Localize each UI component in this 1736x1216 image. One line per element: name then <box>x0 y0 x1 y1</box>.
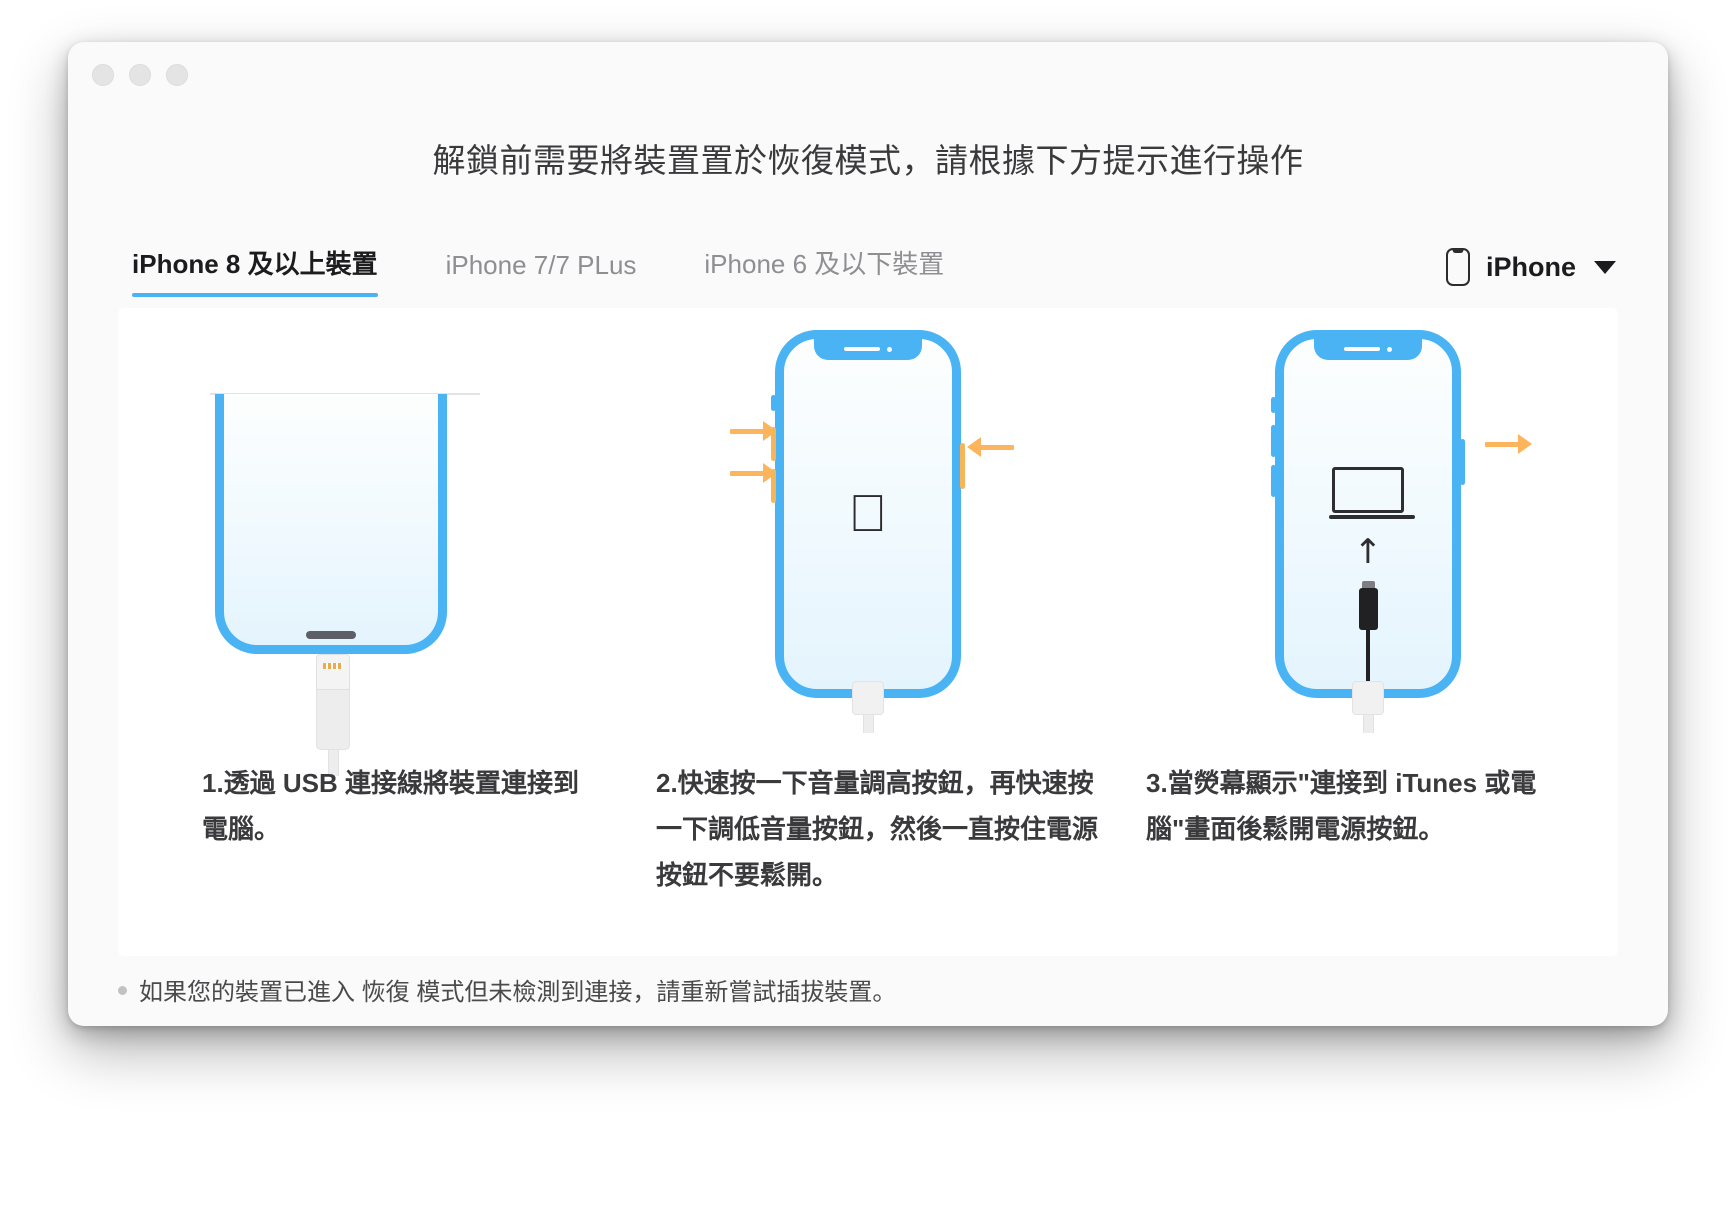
traffic-lights <box>92 64 188 86</box>
lightning-plug-icon <box>1358 581 1378 688</box>
chevron-down-icon <box>1594 260 1616 274</box>
power-button-icon <box>1460 439 1465 485</box>
speaker-grille-icon <box>306 631 356 639</box>
charging-connector-icon <box>852 681 884 733</box>
volume-down-button-icon <box>1271 465 1276 497</box>
notch <box>1314 338 1422 360</box>
step-1-illustration <box>118 308 618 776</box>
phone-device-connect-screen: ↑ <box>1271 330 1465 733</box>
tab-iphone7-7plus[interactable]: iPhone 7/7 PLus <box>446 250 637 297</box>
note-recovery-mode-text: 如果您的裝置已進入 恢復 模式但未檢測到連接，請重新嘗試插拔裝置。 <box>139 979 897 1006</box>
release-power-arrow-icon <box>1485 434 1532 454</box>
screenshot-root: 解鎖前需要將裝置置於恢復模式，請根據下方提示進行操作 iPhone 8 及以上裝… <box>0 0 1736 1216</box>
volume-up-button-icon <box>1271 425 1276 457</box>
step-3-caption: 3.當熒幕顯示"連接到 iTunes 或電腦"畫面後鬆開電源按鈕。 <box>1146 768 1537 844</box>
mute-switch-icon <box>771 395 776 411</box>
footer-notes: 如果您的裝置已進入 恢復 模式但未檢測到連接，請重新嘗試插拔裝置。 如果您的裝置… <box>118 972 1618 1026</box>
step-3: ↑ 3.當熒幕顯示"連接到 iTunes 或電腦"畫面後鬆開電源按鈕。 <box>1118 308 1618 956</box>
close-window-button[interactable] <box>92 64 114 86</box>
earpiece-speaker-icon <box>844 347 880 351</box>
up-arrow-icon: ↑ <box>1353 532 1383 572</box>
device-type-value: iPhone <box>1485 251 1576 282</box>
step-3-illustration: ↑ <box>1118 308 1618 748</box>
notch <box>814 338 922 360</box>
charging-connector-icon <box>1352 681 1384 733</box>
apple-logo-icon:  <box>849 488 888 540</box>
step-2-illustration:  <box>618 308 1118 748</box>
lightning-connector-icon <box>315 654 351 776</box>
volume-up-button-icon <box>771 427 776 461</box>
page-title: 解鎖前需要將裝置置於恢復模式，請根據下方提示進行操作 <box>432 142 1304 179</box>
volume-down-button-icon <box>771 469 776 503</box>
step-2-caption: 2.快速按一下音量調高按鈕，再快速按一下調低音量按鈕，然後一直按住電源按鈕不要鬆… <box>656 768 1099 890</box>
connect-to-computer-graphic: ↑ <box>1308 467 1428 688</box>
note-recovery-mode: 如果您的裝置已進入 恢復 模式但未檢測到連接，請重新嘗試插拔裝置。 <box>118 972 1618 1007</box>
front-camera-icon <box>887 346 892 352</box>
lightning-tip <box>316 654 350 690</box>
bullet-icon <box>118 986 127 995</box>
step-1: 1.透過 USB 連接線將裝置連接到電腦。 <box>118 308 618 956</box>
phone-icon <box>1445 248 1470 286</box>
step-2:  2.快速按一下音量調高按鈕，再快速按一下調低音量按鈕，然後一直按住電源按鈕不… <box>618 308 1118 956</box>
earpiece-speaker-icon <box>1344 347 1380 351</box>
volume-up-arrow-icon <box>730 421 777 441</box>
mute-switch-icon <box>1271 397 1276 413</box>
maximize-window-button[interactable] <box>166 64 188 86</box>
steps-panel: 1.透過 USB 連接線將裝置連接到電腦。 2.快速按一下音量調高按鈕，再快速按… <box>118 308 1618 956</box>
device-type-dropdown[interactable]: iPhone <box>1445 248 1616 292</box>
volume-down-arrow-icon <box>730 463 777 483</box>
device-tabs: iPhone 8 及以上裝置 iPhone 7/7 PLus iPhone 6 … <box>132 244 944 297</box>
lightning-body <box>316 688 350 750</box>
minimize-window-button[interactable] <box>129 64 151 86</box>
laptop-icon <box>1329 467 1415 519</box>
phone-device-apple-logo:  <box>771 330 965 733</box>
power-button-icon <box>960 443 965 489</box>
step-1-caption: 1.透過 USB 連接線將裝置連接到電腦。 <box>202 768 580 844</box>
front-camera-icon <box>1387 346 1392 352</box>
power-button-arrow-icon <box>967 437 1014 457</box>
app-window: 解鎖前需要將裝置置於恢復模式，請根據下方提示進行操作 iPhone 8 及以上裝… <box>68 42 1668 1026</box>
tabs-row: iPhone 8 及以上裝置 iPhone 7/7 PLus iPhone 6 … <box>132 242 1616 298</box>
steps-grid: 1.透過 USB 連接線將裝置連接到電腦。 2.快速按一下音量調高按鈕，再快速按… <box>118 308 1618 956</box>
phone-device-bottom <box>215 394 447 654</box>
tab-iphone6-and-below[interactable]: iPhone 6 及以下裝置 <box>704 244 944 297</box>
tab-iphone8-and-above[interactable]: iPhone 8 及以上裝置 <box>132 244 378 297</box>
